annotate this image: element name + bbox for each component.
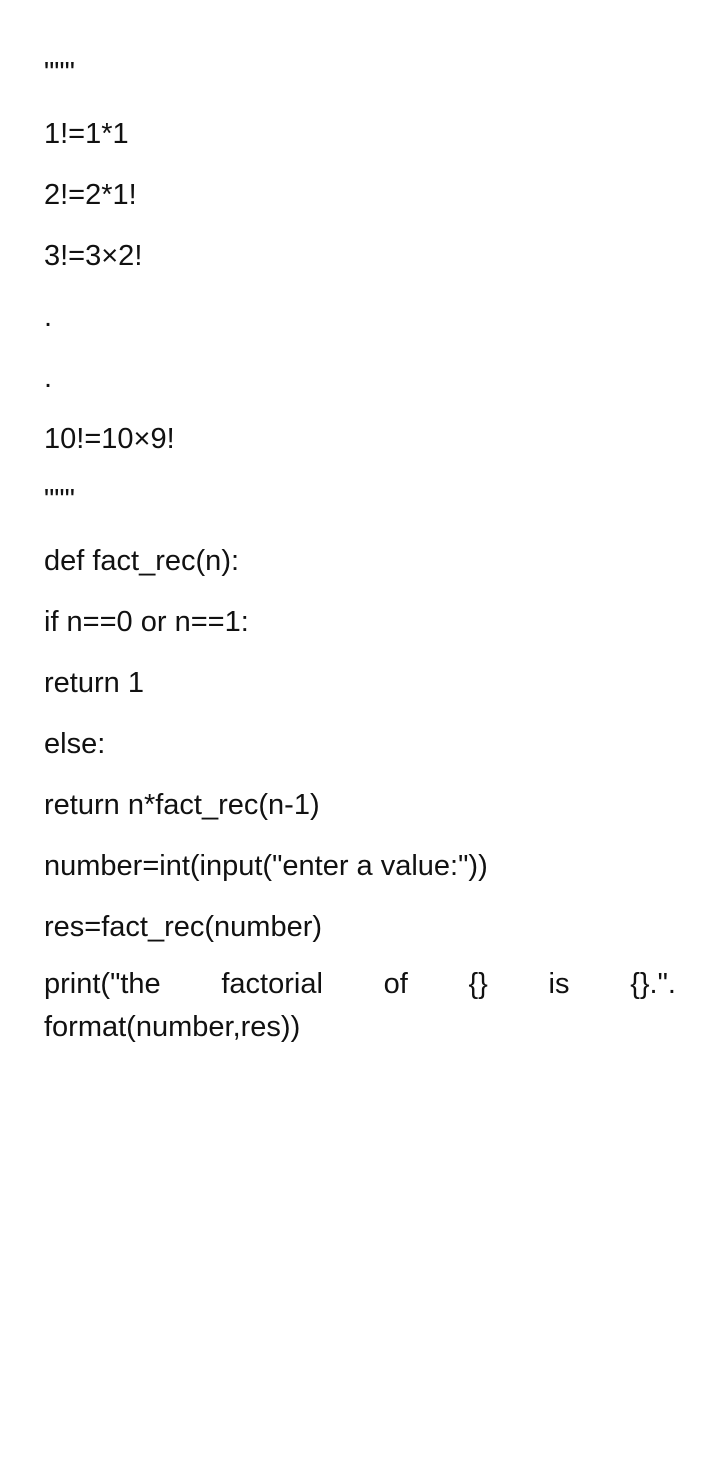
text-line-factorial-2: 2!=2*1!	[44, 179, 137, 211]
docstring-close: """	[44, 484, 75, 516]
text-line-factorial-1: 1!=1*1	[44, 118, 129, 150]
code-line-return-1: return 1	[44, 667, 144, 699]
print-word: is	[548, 968, 570, 1000]
code-line-if: if n==0 or n==1:	[44, 606, 249, 638]
code-line-return-recursive: return n*fact_rec(n-1)	[44, 789, 320, 821]
document-body: """ 1!=1*1 2!=2*1! 3!=3×2! . . 10!=10×9!…	[44, 54, 676, 1072]
code-line-def: def fact_rec(n):	[44, 545, 240, 577]
code-line-res: res=fact_rec(number)	[44, 911, 323, 943]
print-word: {}.".	[630, 968, 676, 1000]
print-word: {}	[468, 968, 488, 1000]
text-line-ellipsis-2: .	[44, 362, 53, 394]
text-line-ellipsis-1: .	[44, 301, 53, 333]
print-word: print("the	[44, 968, 161, 1000]
docstring-open: """	[44, 57, 75, 89]
code-line-print-justified-row: print("the factorial of {} is {}.".	[44, 963, 676, 1006]
code-line-else: else:	[44, 728, 106, 760]
print-word: factorial	[221, 968, 323, 1000]
code-line-input: number=int(input("enter a value:"))	[44, 850, 488, 882]
print-word: of	[383, 968, 408, 1000]
code-line-print: print("the factorial of {} is {}.". form…	[44, 963, 676, 1049]
text-line-factorial-3: 3!=3×2!	[44, 240, 143, 272]
code-line-print-continuation: format(number,res))	[44, 1011, 301, 1043]
text-line-factorial-10: 10!=10×9!	[44, 423, 175, 455]
